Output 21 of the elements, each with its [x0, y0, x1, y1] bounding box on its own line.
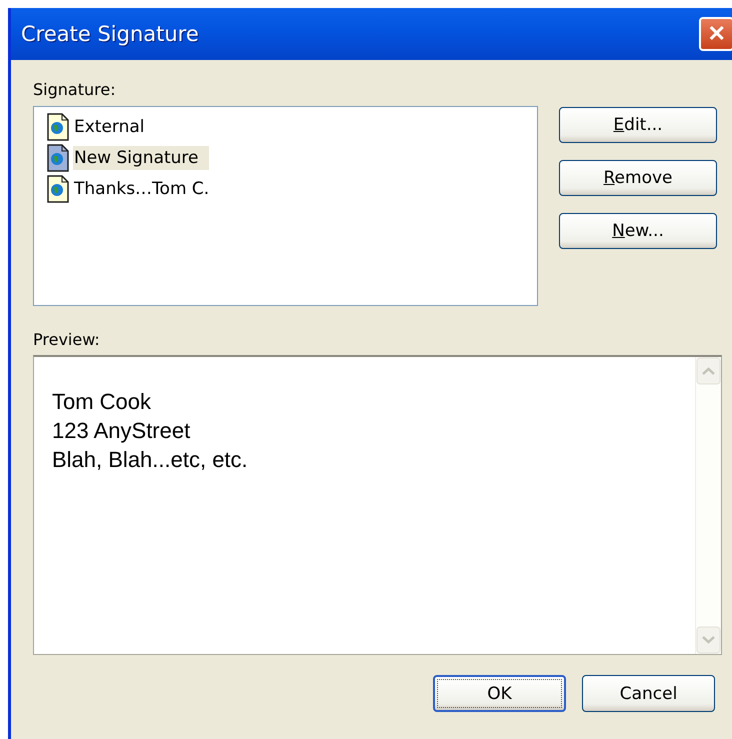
preview-label: Preview:: [33, 330, 101, 349]
dialog-button[interactable]: Remove: [559, 160, 717, 196]
signature-label: Signature:: [33, 80, 117, 99]
scroll-up-icon[interactable]: [696, 357, 721, 385]
signature-item[interactable]: New Signature: [73, 146, 208, 170]
dialog-button[interactable]: Edit...: [559, 107, 717, 143]
signature-item[interactable]: External: [73, 114, 155, 138]
preview-line: Blah, Blah...etc, etc.: [52, 446, 248, 474]
close-button[interactable]: ✕: [699, 17, 732, 51]
dialog-button[interactable]: OK: [433, 675, 566, 712]
dialog-button[interactable]: New...: [559, 213, 717, 249]
signature-item[interactable]: Thanks…Tom C.: [73, 176, 220, 200]
scroll-down-icon[interactable]: [696, 626, 721, 654]
document-globe-icon: [46, 144, 70, 172]
document-globe-icon: [46, 112, 70, 140]
document-globe-icon: [46, 174, 70, 202]
window-title: Create Signature: [21, 22, 199, 46]
dialog-button[interactable]: Cancel: [582, 675, 715, 712]
scrollbar[interactable]: [695, 357, 721, 654]
preview-line: Tom Cook: [52, 388, 152, 416]
preview-line: 123 AnyStreet: [52, 417, 190, 445]
